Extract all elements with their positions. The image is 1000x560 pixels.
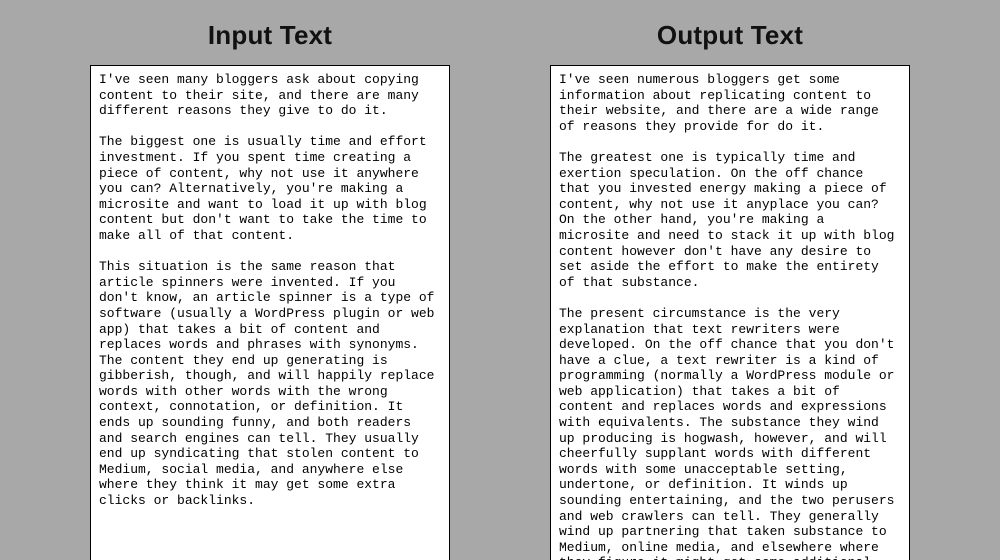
output-heading: Output Text [657,20,803,51]
comparison-wrap: Input Text I've seen many bloggers ask a… [0,0,1000,560]
input-column: Input Text I've seen many bloggers ask a… [90,20,450,560]
output-column: Output Text I've seen numerous bloggers … [550,20,910,560]
input-heading: Input Text [208,20,332,51]
input-text-box: I've seen many bloggers ask about copyin… [90,65,450,560]
output-text-box: I've seen numerous bloggers get some inf… [550,65,910,560]
